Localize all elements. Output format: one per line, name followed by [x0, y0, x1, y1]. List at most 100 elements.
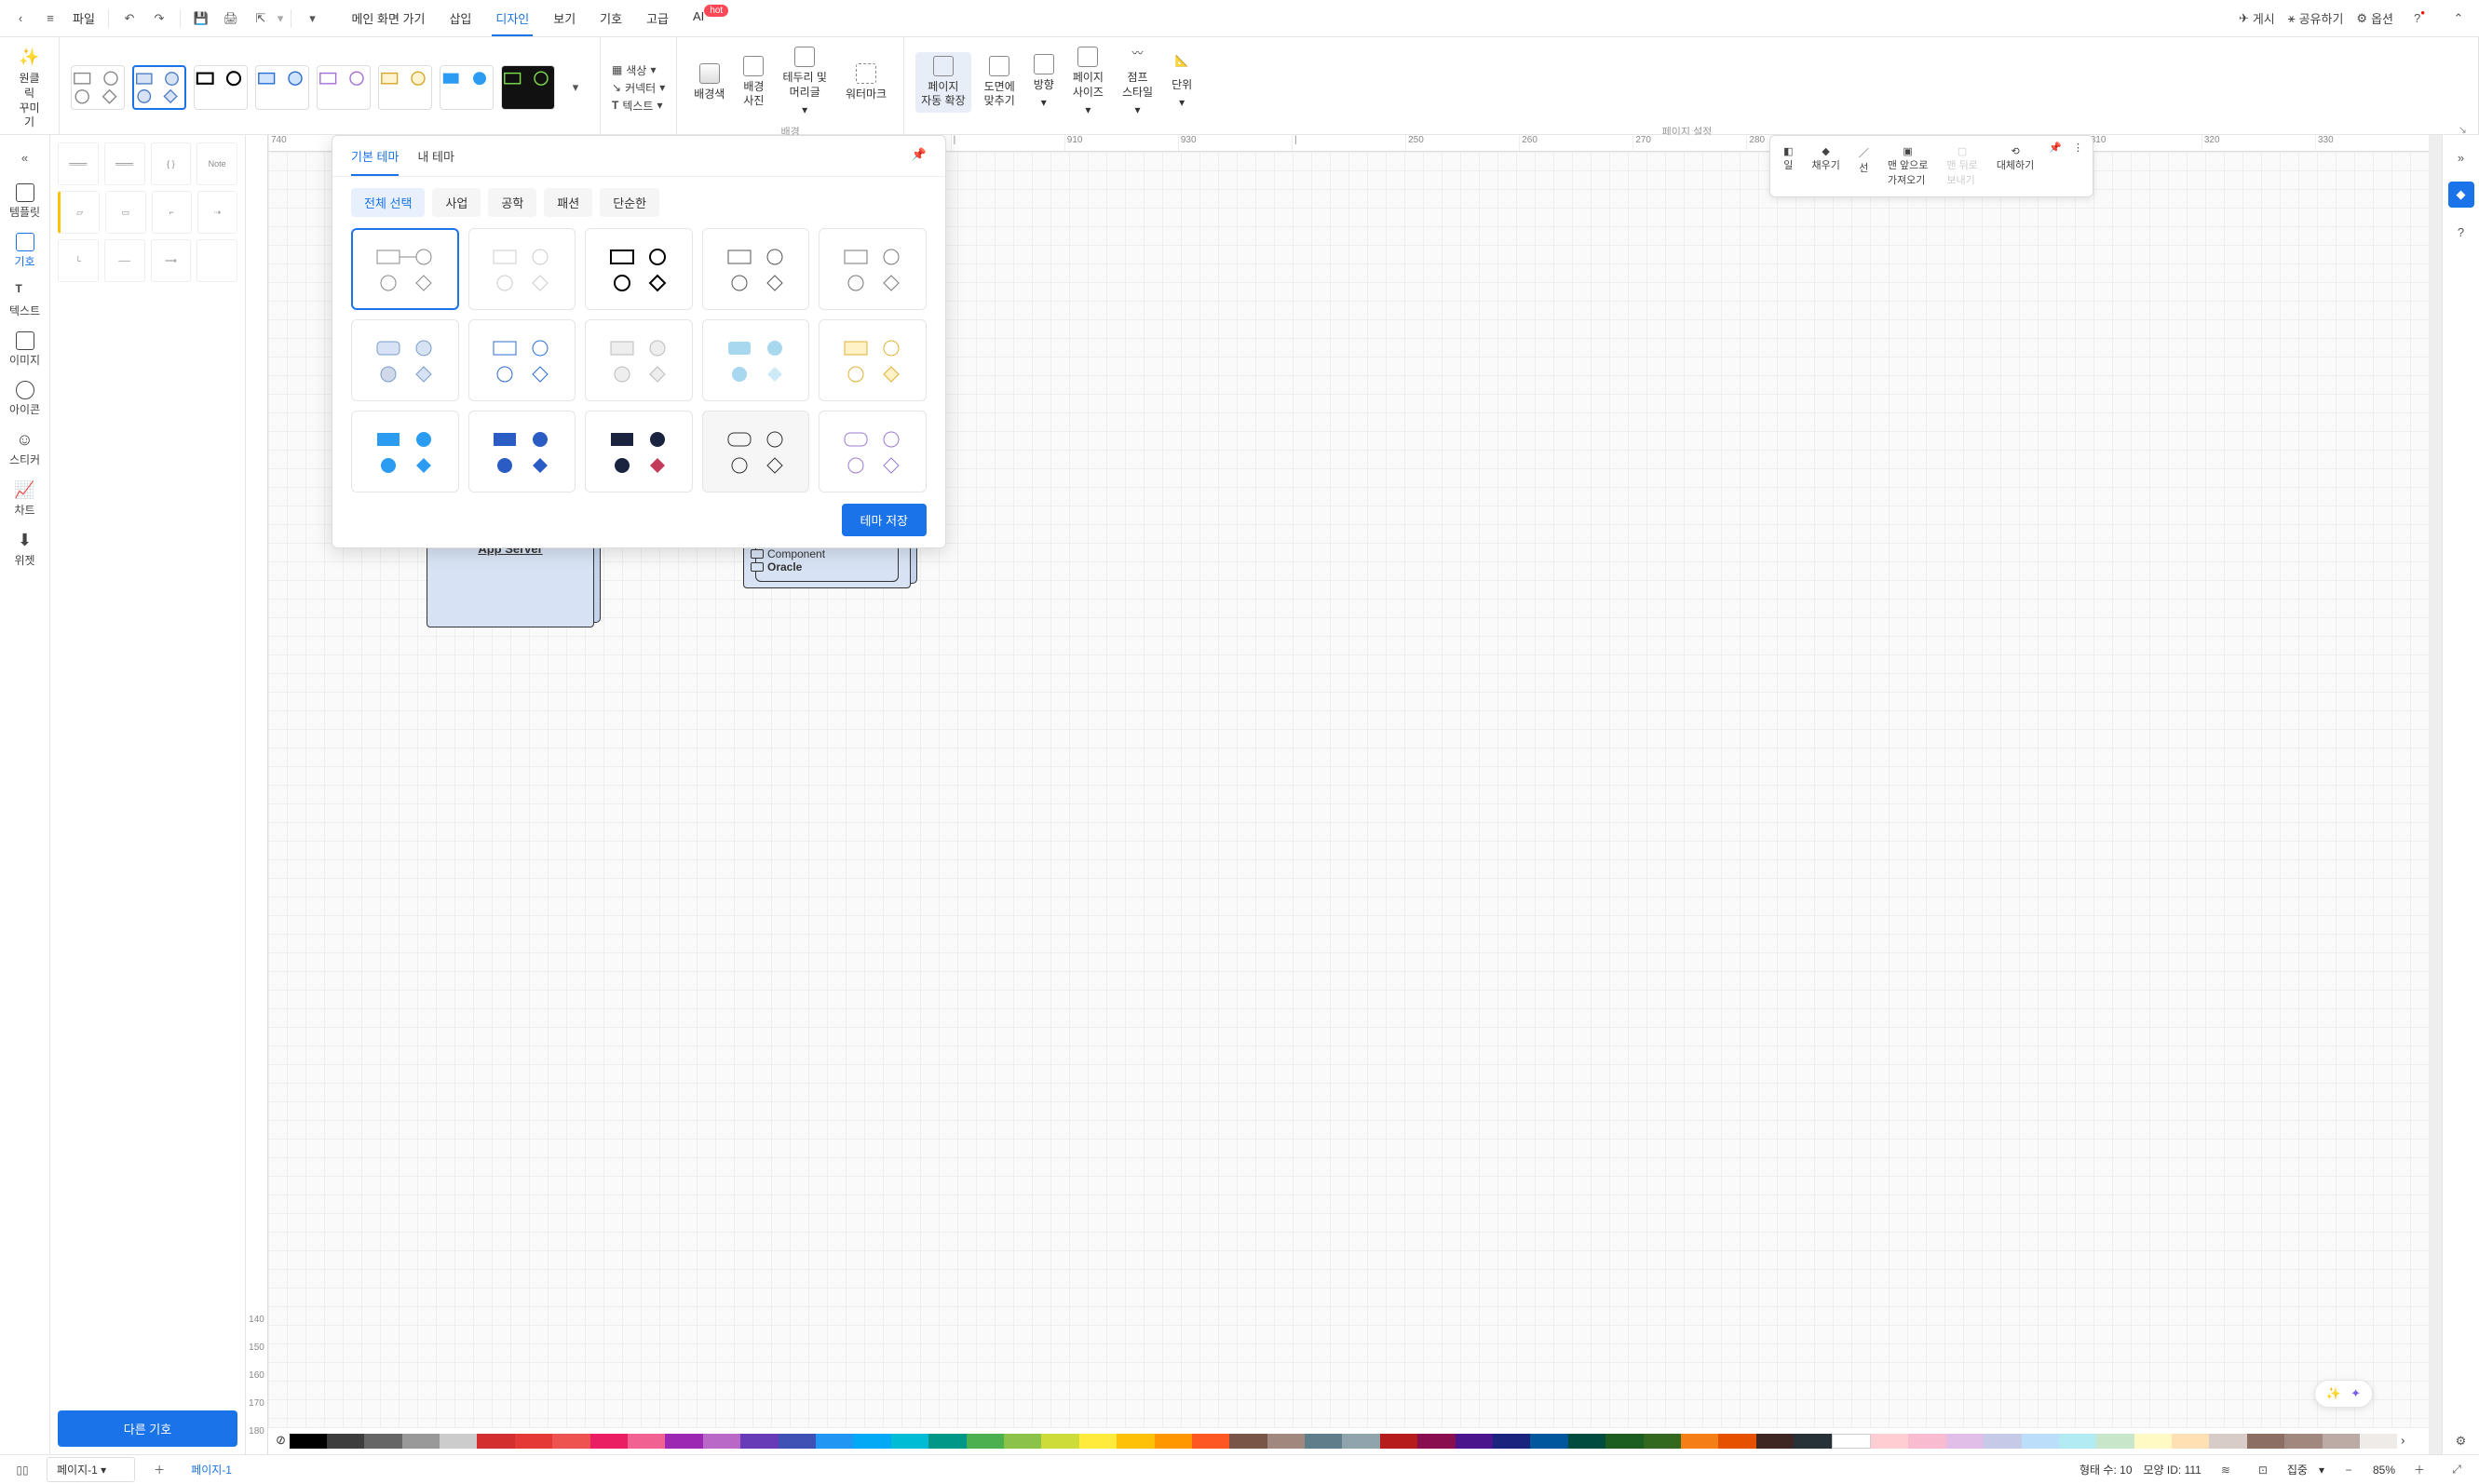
- shape-cell[interactable]: Note: [196, 142, 237, 185]
- shape-cell[interactable]: ▱: [58, 191, 100, 234]
- filter-business[interactable]: 사업: [432, 188, 481, 217]
- shape-cell[interactable]: { }: [151, 142, 192, 185]
- fullscreen-icon[interactable]: ⤢: [2444, 1457, 2470, 1483]
- shape-cell[interactable]: ⟶: [151, 239, 192, 282]
- my-theme-tab[interactable]: 내 테마: [417, 147, 454, 176]
- theme-dropdown-icon[interactable]: ▾: [562, 74, 589, 101]
- theme-item[interactable]: [468, 411, 576, 492]
- theme-item[interactable]: [585, 228, 693, 310]
- filter-all[interactable]: 전체 선택: [351, 188, 425, 217]
- zoom-in-icon[interactable]: ＋: [2406, 1457, 2432, 1483]
- bgcolor-button[interactable]: 배경색: [688, 60, 730, 106]
- settings-gear-icon[interactable]: ⚙: [2448, 1428, 2474, 1454]
- canvas[interactable]: 740760780|850870|910930|2502602702802903…: [268, 135, 2429, 1454]
- focus-icon[interactable]: ⊡: [2250, 1457, 2276, 1483]
- filter-simple[interactable]: 단순한: [600, 188, 659, 217]
- theme-item[interactable]: [468, 228, 576, 310]
- tab-home[interactable]: 메인 화면 가기: [347, 0, 428, 36]
- theme-item[interactable]: [819, 319, 927, 401]
- send-back-button[interactable]: ▢맨 뒤로 보내기: [1939, 142, 1985, 191]
- zoom-out-icon[interactable]: −: [2336, 1457, 2362, 1483]
- save-icon[interactable]: 💾: [188, 6, 214, 32]
- page-settings-expand-icon[interactable]: ↘: [2459, 124, 2467, 136]
- theme-preset-8[interactable]: [501, 65, 555, 110]
- bring-front-button[interactable]: ▣맨 앞으로 가져오기: [1880, 142, 1936, 191]
- other-shapes-button[interactable]: 다른 기호: [58, 1410, 237, 1447]
- help-circle-icon[interactable]: ?: [2448, 219, 2474, 245]
- shape-cell[interactable]: └: [58, 239, 99, 282]
- theme-item[interactable]: [468, 319, 576, 401]
- page-tab-1[interactable]: 페이지-1: [183, 1458, 239, 1481]
- expand-right-icon[interactable]: »: [2448, 144, 2474, 170]
- popup-pin-icon[interactable]: 📌: [912, 147, 927, 176]
- tab-design[interactable]: 디자인: [492, 0, 533, 36]
- rail-templates[interactable]: 템플릿: [9, 183, 40, 220]
- redo-icon[interactable]: ↷: [146, 6, 172, 32]
- shape-cell[interactable]: ═══: [104, 142, 145, 185]
- border-header-button[interactable]: 테두리 및 머리글 ▾: [777, 43, 833, 122]
- connector-dropdown[interactable]: ↘ 커넥터 ▾: [612, 80, 665, 96]
- rail-sticker[interactable]: ☺스티커: [9, 430, 40, 467]
- hamburger-icon[interactable]: ≡: [37, 6, 63, 32]
- undo-icon[interactable]: ↶: [116, 6, 142, 32]
- more-icon[interactable]: ▾: [299, 6, 325, 32]
- diamond-icon[interactable]: ◆: [2448, 182, 2474, 208]
- line-button[interactable]: ／선: [1851, 142, 1876, 191]
- more-vert-icon[interactable]: ⋮: [2069, 142, 2087, 191]
- rail-chart[interactable]: 📈차트: [14, 480, 34, 518]
- shape-cell[interactable]: ═══: [58, 142, 99, 185]
- jump-style-button[interactable]: 〰점프 스타일 ▾: [1117, 43, 1158, 122]
- page-size-button[interactable]: 페이지 사이즈 ▾: [1067, 43, 1109, 122]
- theme-item[interactable]: [585, 411, 693, 492]
- filter-fashion[interactable]: 패션: [544, 188, 592, 217]
- watermark-button[interactable]: 워터마크: [840, 60, 892, 106]
- layers-icon[interactable]: ≋: [2213, 1457, 2239, 1483]
- theme-item[interactable]: [351, 319, 459, 401]
- color-dropdown[interactable]: ▦ 색상 ▾: [612, 62, 665, 78]
- theme-preset-4[interactable]: [255, 65, 309, 110]
- tab-symbol[interactable]: 기호: [596, 0, 626, 36]
- pin-icon[interactable]: 📌: [2045, 142, 2066, 191]
- theme-item[interactable]: [351, 411, 459, 492]
- theme-preset-6[interactable]: [378, 65, 432, 110]
- direction-button[interactable]: 방향 ▾: [1028, 50, 1060, 115]
- ai-sparkle-icon[interactable]: ✦: [2350, 1386, 2361, 1401]
- help-icon[interactable]: ?●: [2406, 6, 2432, 32]
- publish-button[interactable]: ✈ 게시: [2239, 9, 2275, 27]
- page-auto-expand-button[interactable]: 페이지 자동 확장: [915, 52, 971, 113]
- shape-cell[interactable]: ──: [104, 239, 145, 282]
- tab-insert[interactable]: 삽입: [445, 0, 475, 36]
- shape-cell[interactable]: [196, 239, 237, 282]
- theme-item[interactable]: [351, 228, 459, 310]
- theme-item[interactable]: [819, 228, 927, 310]
- no-fill-icon[interactable]: ⊘: [274, 1432, 289, 1450]
- theme-item[interactable]: [585, 319, 693, 401]
- file-menu[interactable]: 파일: [67, 9, 101, 27]
- magic-wand-icon[interactable]: ✨: [2326, 1386, 2341, 1401]
- save-theme-button[interactable]: 테마 저장: [842, 504, 927, 536]
- theme-item[interactable]: [702, 411, 810, 492]
- tab-ai[interactable]: AIhot: [689, 0, 732, 36]
- scrollbar-vertical[interactable]: [2429, 135, 2442, 1454]
- add-page-icon[interactable]: ＋: [146, 1457, 172, 1483]
- rail-icons[interactable]: 아이콘: [9, 381, 40, 417]
- collapse-ribbon-icon[interactable]: ⌃: [2445, 6, 2472, 32]
- color-strip-expand-icon[interactable]: ›: [2401, 1433, 2404, 1447]
- replace-button[interactable]: ⟲대체하기: [1989, 142, 2041, 191]
- shape-cell[interactable]: ⌐: [152, 191, 192, 234]
- theme-preset-5[interactable]: [317, 65, 371, 110]
- rail-widget[interactable]: ⬇위젯: [14, 531, 34, 568]
- app-server-node[interactable]: App Server: [427, 535, 594, 627]
- rail-symbols[interactable]: 기호: [14, 233, 34, 269]
- back-icon[interactable]: ‹: [7, 6, 34, 32]
- collapse-rail-icon[interactable]: «: [12, 144, 38, 170]
- basic-theme-tab[interactable]: 기본 테마: [351, 147, 399, 176]
- pages-icon[interactable]: ▯▯: [9, 1457, 35, 1483]
- oneclick-decorate-button[interactable]: ✨원클릭 꾸미기: [11, 43, 47, 134]
- theme-preset-2[interactable]: [132, 65, 186, 110]
- export-icon[interactable]: ⇱: [248, 6, 274, 32]
- theme-preset-1[interactable]: [71, 65, 125, 110]
- fit-drawing-button[interactable]: 도면에 맞추기: [979, 52, 1021, 113]
- filter-engineering[interactable]: 공학: [488, 188, 536, 217]
- fill-button[interactable]: ◆채우기: [1804, 142, 1847, 191]
